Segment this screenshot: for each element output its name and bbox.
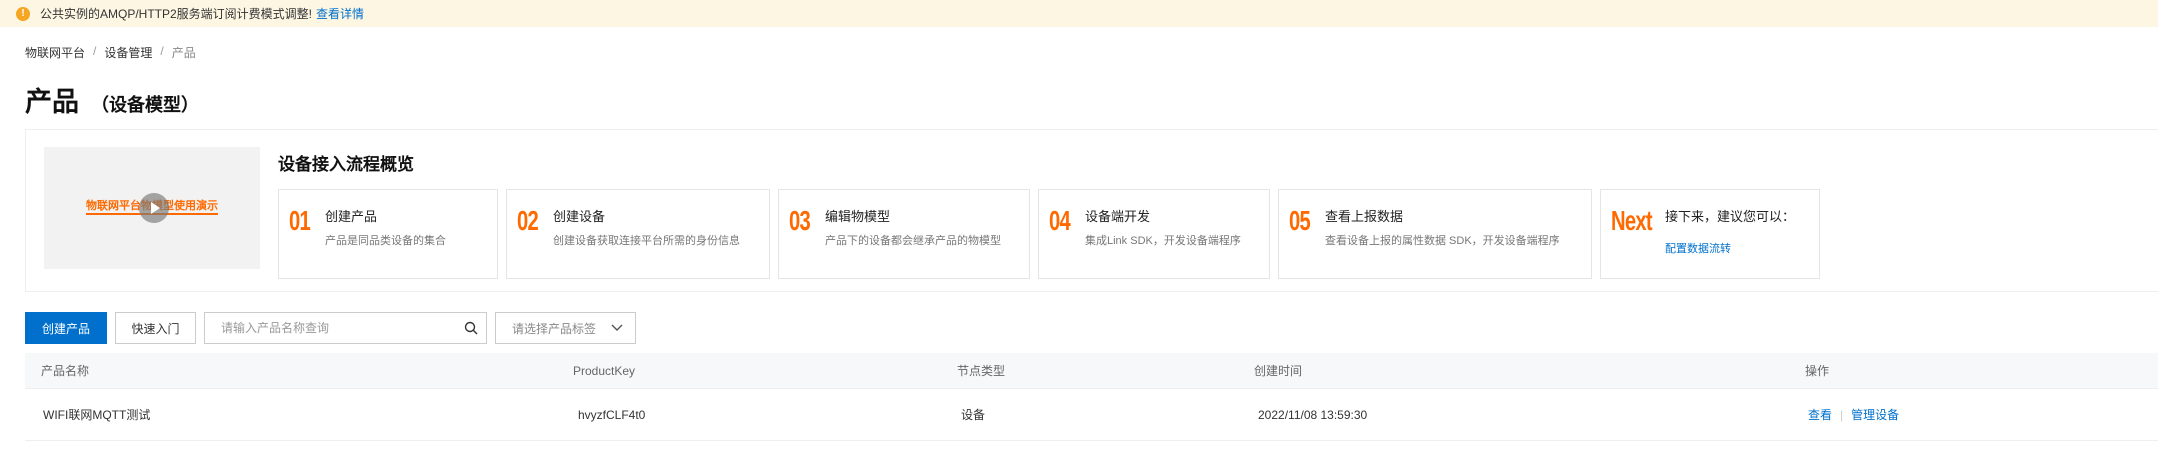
- product-tag-select[interactable]: 请选择产品标签: [495, 312, 636, 344]
- column-header-actions: 操作: [1805, 364, 1830, 378]
- search-box: [204, 312, 487, 344]
- create-product-button[interactable]: 创建产品: [25, 312, 107, 344]
- notice-details-link[interactable]: 查看详情: [316, 5, 364, 22]
- node-type-cell: 设备: [961, 408, 986, 422]
- step-title: 设备端开发: [1085, 209, 1151, 224]
- column-header-productkey: ProductKey: [573, 363, 636, 378]
- breadcrumb-separator: /: [160, 44, 164, 58]
- warning-icon: !: [16, 6, 30, 21]
- step-description: 查看设备上报的属性数据 SDK，开发设备端程序: [1325, 235, 1560, 247]
- view-link[interactable]: 查看: [1808, 406, 1832, 423]
- step-description: 产品下的设备都会继承产品的物模型: [825, 235, 1001, 247]
- notice-text: 公共实例的AMQP/HTTP2服务端订阅计费模式调整!: [40, 7, 313, 21]
- quick-start-button[interactable]: 快速入门: [115, 312, 196, 344]
- notice-bar: ! 公共实例的AMQP/HTTP2服务端订阅计费模式调整! 查看详情: [0, 0, 2158, 27]
- demo-video[interactable]: 物联网平台物模型使用演示: [44, 147, 260, 269]
- action-divider: |: [1840, 407, 1844, 422]
- step-number: Next: [1611, 205, 1653, 236]
- breadcrumb-item-platform[interactable]: 物联网平台: [25, 44, 85, 61]
- page-title-subtitle: （设备模型）: [91, 95, 199, 115]
- flow-step-next: Next 接下来，建议您可以： 配置数据流转: [1600, 189, 1820, 279]
- step-description: 创建设备获取连接平台所需的身份信息: [553, 235, 740, 247]
- product-tag-select-value: 请选择产品标签: [512, 321, 597, 336]
- flow-step-2: 02 创建设备 创建设备获取连接平台所需的身份信息: [506, 189, 770, 279]
- step-number: 04: [1049, 205, 1071, 236]
- step-title: 编辑物模型: [825, 209, 891, 224]
- column-header-name: 产品名称: [41, 364, 90, 378]
- flow-step-4: 04 设备端开发 集成Link SDK，开发设备端程序: [1038, 189, 1270, 279]
- flow-step-3: 03 编辑物模型 产品下的设备都会继承产品的物模型: [778, 189, 1030, 279]
- page-title: 产品 （设备模型）: [25, 80, 199, 119]
- table-row: WIFI联网MQTT测试 hvyzfCLF4t0 设备 2022/11/08 1…: [25, 389, 2158, 441]
- actions-cell: 查看 | 管理设备: [1808, 389, 1899, 440]
- manage-devices-link[interactable]: 管理设备: [1851, 406, 1899, 423]
- step-title: 创建设备: [553, 209, 606, 224]
- breadcrumb: 物联网平台 / 设备管理 / 产品: [25, 44, 196, 61]
- search-icon[interactable]: [456, 313, 486, 343]
- created-time-cell: 2022/11/08 13:59:30: [1258, 407, 1368, 422]
- breadcrumb-item-device-management[interactable]: 设备管理: [104, 44, 152, 61]
- step-title: 查看上报数据: [1325, 209, 1404, 224]
- step-number: 03: [789, 205, 811, 236]
- step-number: 02: [517, 205, 539, 236]
- product-search-input[interactable]: [205, 313, 456, 343]
- configure-data-flow-link[interactable]: 配置数据流转: [1665, 240, 1731, 256]
- column-header-created-time: 创建时间: [1254, 364, 1303, 378]
- breadcrumb-separator: /: [93, 44, 97, 58]
- flow-step-5: 05 查看上报数据 查看设备上报的属性数据 SDK，开发设备端程序: [1278, 189, 1592, 279]
- step-number: 01: [289, 205, 311, 236]
- product-name-cell: WIFI联网MQTT测试: [43, 408, 151, 422]
- column-header-node-type: 节点类型: [957, 364, 1006, 378]
- product-table: 产品名称 ProductKey 节点类型 创建时间 操作 WIFI联网MQTT测…: [25, 353, 2158, 441]
- play-icon[interactable]: [139, 193, 169, 223]
- page-title-main: 产品: [25, 87, 79, 117]
- flow-title: 设备接入流程概览: [278, 155, 414, 174]
- table-header: 产品名称 ProductKey 节点类型 创建时间 操作: [25, 353, 2158, 389]
- step-title: 创建产品: [325, 209, 378, 224]
- flow-step-1: 01 创建产品 产品是同品类设备的集合: [278, 189, 498, 279]
- breadcrumb-item-current: 产品: [171, 46, 196, 60]
- productkey-cell: hvyzfCLF4t0: [578, 407, 646, 422]
- step-description: 集成Link SDK，开发设备端程序: [1085, 235, 1241, 247]
- step-description: 产品是同品类设备的集合: [325, 235, 446, 247]
- step-title: 接下来，建议您可以：: [1665, 209, 1796, 224]
- chevron-down-icon: [611, 321, 623, 335]
- step-number: 05: [1289, 205, 1311, 236]
- toolbar: 创建产品 快速入门 请选择产品标签: [25, 312, 636, 344]
